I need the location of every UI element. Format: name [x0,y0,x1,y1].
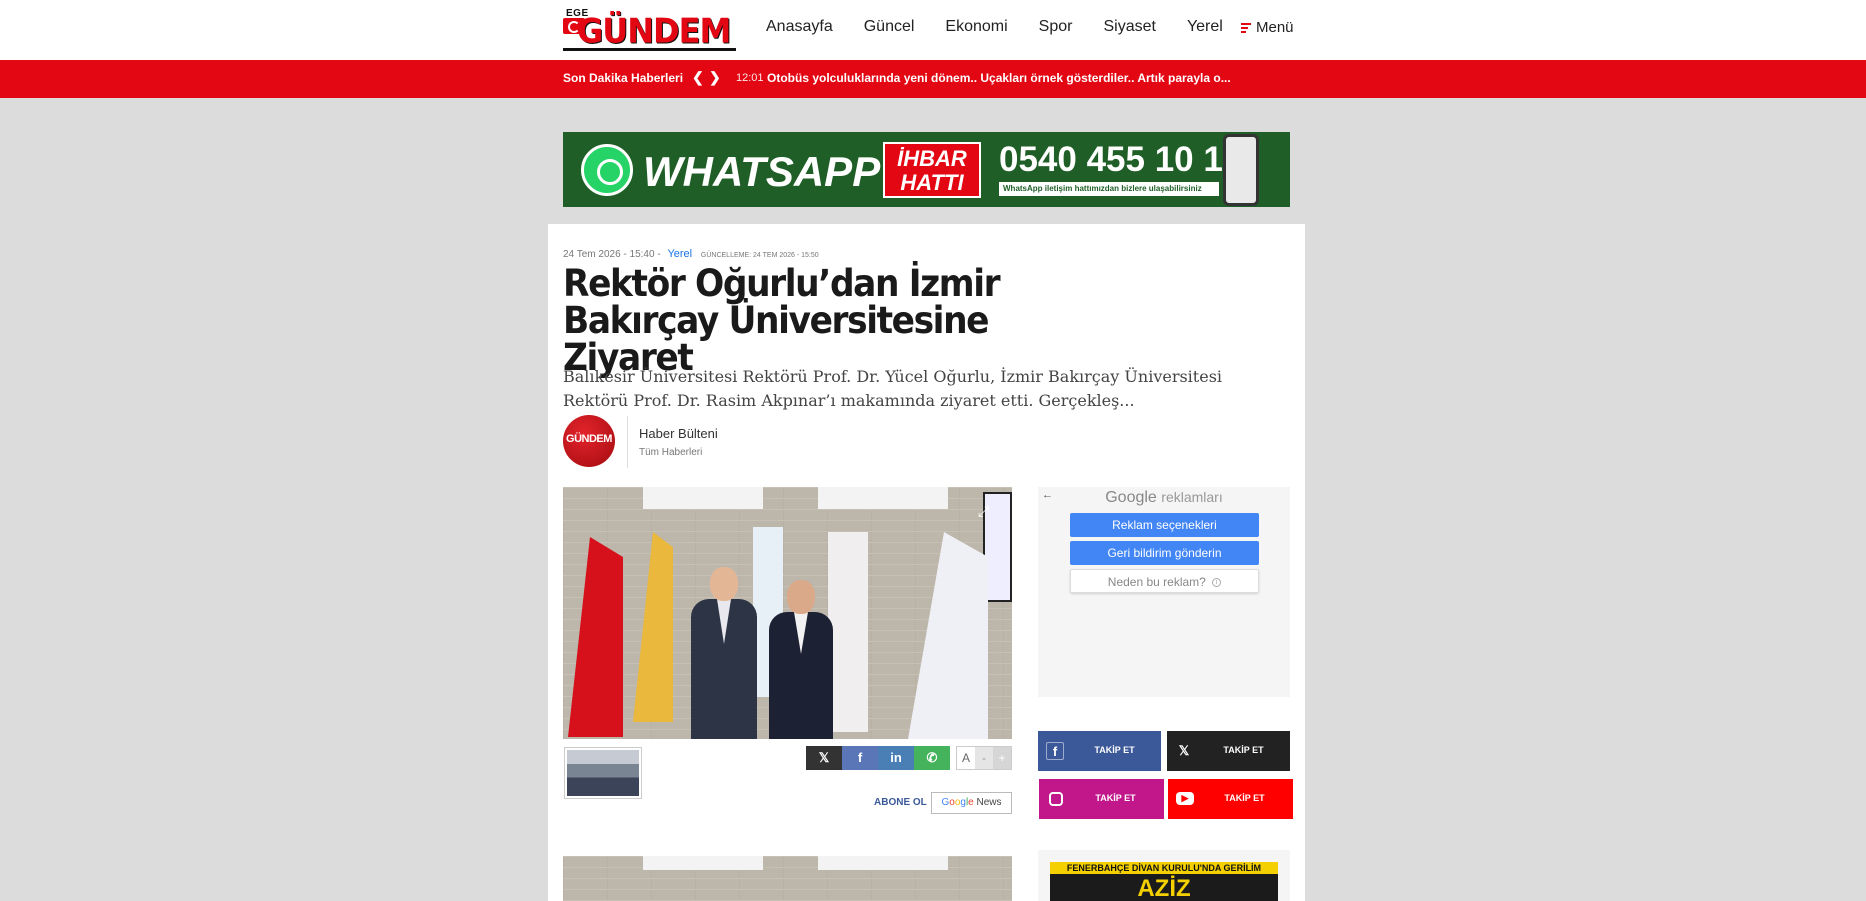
nav-yerel[interactable]: Yerel [1187,18,1223,36]
gallery-thumbnail[interactable] [564,747,642,799]
logo-underline [563,48,736,51]
subscribe-link[interactable]: ABONE OL [874,797,927,808]
breaking-label: Son Dakika Haberleri [563,71,684,85]
sidebar-news-big-text: AZİZ [1137,875,1191,901]
hamburger-icon [1241,23,1251,33]
nav-anasayfa[interactable]: Anasayfa [766,18,833,36]
menu-button[interactable]: Menü [1241,19,1294,36]
follow-instagram-button[interactable]: TAKİP ET [1039,779,1164,819]
google-ad-panel: ← Google reklamları Reklam seçenekleri G… [1038,487,1290,697]
article-main-image[interactable] [563,487,1012,739]
whatsapp-ad-banner[interactable]: WHATSAPP İHBAR HATTI 0540 455 10 10 What… [563,132,1290,207]
nav-siyaset[interactable]: Siyaset [1103,18,1155,36]
article-title: Rektör Oğurlu’dan İzmir Bakırçay Ünivers… [563,262,1001,379]
nav-ekonomi[interactable]: Ekonomi [945,18,1007,36]
follow-facebook-button[interactable]: f TAKİP ET [1038,731,1161,771]
chevron-left-icon[interactable]: ❮ [692,69,704,86]
font-increase-button[interactable]: + [993,747,1011,769]
phone-icon [1223,134,1259,206]
breaking-time: 12:01 [736,72,764,84]
ad-options-button[interactable]: Reklam seçenekleri [1070,513,1259,537]
ad-feedback-button[interactable]: Geri bildirim gönderin [1070,541,1259,565]
expand-icon[interactable]: ⤢ [978,504,992,518]
instagram-icon [1049,792,1063,806]
breaking-news-bar: Son Dakika Haberleri ❮ ❯ 12:01 Otobüs yo… [0,60,1866,98]
author-avatar[interactable]: GÜNDEM [563,415,615,467]
ad-subtext: WhatsApp iletişim hattımızdan bizlere ul… [999,182,1219,196]
font-reset-button[interactable]: A [957,747,975,769]
info-icon: i [1212,578,1222,588]
article-meta: 24 Tem 2026 - 15:40 - Yerel GÜNCELLEME: … [563,248,819,260]
author-name[interactable]: Haber Bülteni [639,426,718,441]
google-news-button[interactable]: Google News [931,792,1012,814]
youtube-icon: ▶ [1176,792,1194,805]
nav-spor[interactable]: Spor [1039,18,1073,36]
article-summary: Balıkesir Üniversitesi Rektörü Prof. Dr.… [563,367,1223,410]
facebook-icon: f [1046,742,1064,760]
sidebar-news-headline: FENERBAHÇE DİVAN KURULU'NDA GERİLİM [1050,862,1278,874]
menu-label: Menü [1256,19,1294,36]
chevron-right-icon[interactable]: ❯ [709,69,721,86]
site-logo[interactable]: EGE GÜNDEM [563,8,736,51]
font-decrease-button[interactable]: - [975,747,993,769]
font-size-controls: A - + [956,746,1012,770]
ad-phone-number: 0540 455 10 10 [999,140,1243,179]
x-icon: 𝕏 [1178,743,1190,758]
breaking-headline-link[interactable]: Otobüs yolculuklarında yeni dönem.. Uçak… [767,71,1231,85]
article-date: 24 Tem 2026 - 15:40 - [563,249,661,260]
site-header: EGE GÜNDEM Anasayfa Güncel Ekonomi Spor … [0,0,1866,60]
sidebar-news-card[interactable]: FENERBAHÇE DİVAN KURULU'NDA GERİLİM AZİZ [1038,850,1290,901]
google-logo-icon: Google [941,797,974,808]
article-second-image[interactable] [563,856,1012,901]
main-nav: Anasayfa Güncel Ekonomi Spor Siyaset Yer… [766,18,1254,36]
share-facebook-button[interactable]: f [842,746,878,770]
article-category-link[interactable]: Yerel [667,248,692,260]
person-left [691,567,757,739]
share-linkedin-button[interactable]: in [878,746,914,770]
article-updated: GÜNCELLEME: 24 Tem 2026 - 15:50 [700,252,819,259]
share-x-button[interactable]: 𝕏 [806,746,842,770]
follow-x-button[interactable]: 𝕏 TAKİP ET [1167,731,1290,771]
share-whatsapp-button[interactable]: ✆ [914,746,950,770]
person-right [769,580,833,739]
nav-guncel[interactable]: Güncel [864,18,915,36]
author-all-news-link[interactable]: Tüm Haberleri [639,447,702,458]
ihbar-badge: İHBAR HATTI [883,142,981,198]
author-divider [627,416,628,468]
whatsapp-icon [581,144,633,196]
logo-brand-text: GÜNDEM [577,11,731,51]
google-ads-title: Google reklamları [1105,489,1223,506]
ad-brand-text: WHATSAPP [643,148,881,195]
follow-youtube-button[interactable]: ▶ TAKİP ET [1168,779,1293,819]
why-this-ad-button[interactable]: Neden bu reklam? i [1070,569,1259,593]
